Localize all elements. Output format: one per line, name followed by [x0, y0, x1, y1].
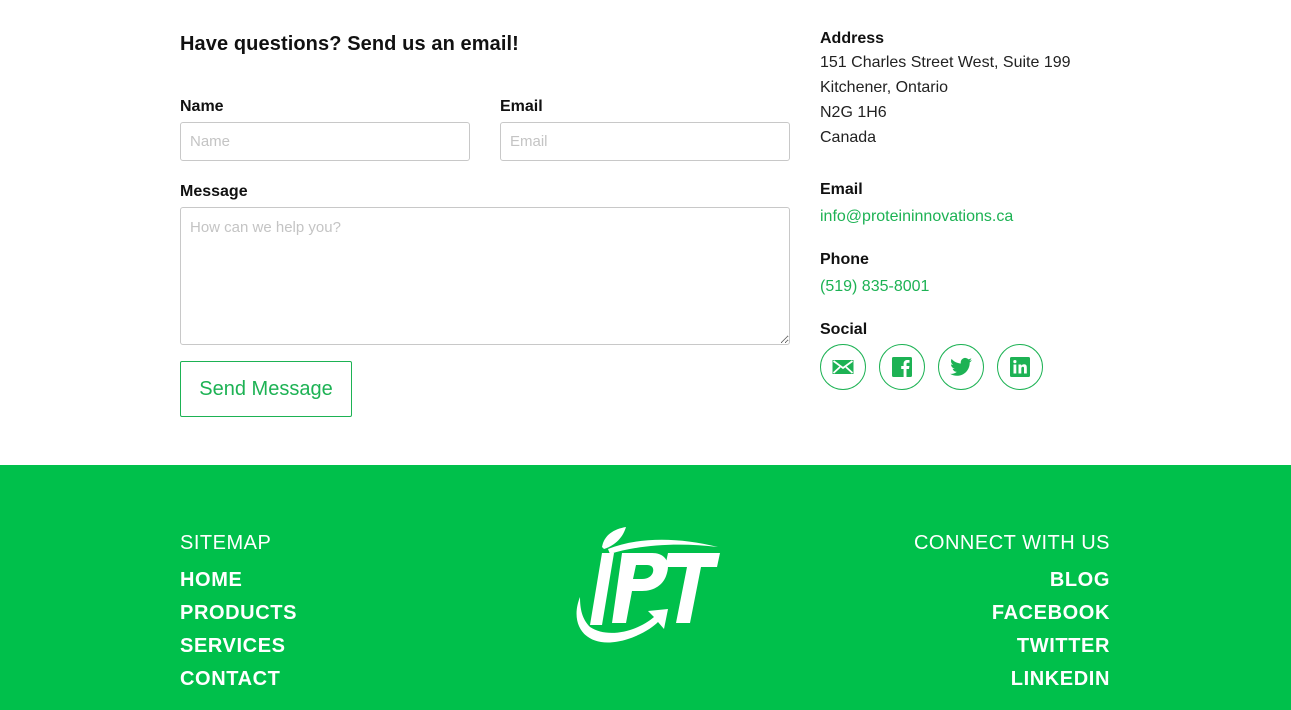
site-footer: SITEMAP HOME PRODUCTS SERVICES CONTACT C…	[0, 465, 1291, 710]
phone-block: Phone (519) 835-8001	[820, 249, 929, 298]
address-heading: Address	[820, 30, 885, 47]
message-label: Message	[180, 183, 248, 200]
address-line: Kitchener, Ontario	[820, 79, 949, 96]
footer-link-twitter[interactable]: TWITTER	[914, 630, 1110, 663]
footer-link-linkedin[interactable]: LINKEDIN	[914, 663, 1110, 696]
address-line: N2G 1H6	[820, 104, 887, 121]
contact-section: Have questions? Send us an email! Name E…	[0, 0, 1291, 465]
send-message-button[interactable]: Send Message	[180, 361, 352, 417]
footer-link-home[interactable]: HOME	[180, 564, 297, 597]
name-label: Name	[180, 98, 224, 115]
linkedin-icon	[1010, 357, 1030, 377]
sitemap-heading: SITEMAP	[180, 532, 272, 554]
social-heading: Social	[820, 321, 868, 338]
name-input[interactable]	[180, 122, 470, 161]
footer-link-facebook[interactable]: FACEBOOK	[914, 597, 1110, 630]
connect-heading: CONNECT WITH US	[913, 532, 1110, 554]
social-block: Social	[820, 319, 1043, 390]
contact-info: Address 151 Charles Street West, Suite 1…	[820, 28, 1120, 390]
twitter-icon	[950, 357, 972, 376]
footer-link-services[interactable]: SERVICES	[180, 630, 297, 663]
address-line: 151 Charles Street West, Suite 199	[820, 54, 1071, 71]
form-title: Have questions? Send us an email!	[180, 33, 519, 55]
footer-link-products[interactable]: PRODUCTS	[180, 597, 297, 630]
ipt-logo[interactable]	[568, 527, 723, 647]
email-icon	[832, 360, 854, 374]
message-textarea[interactable]	[180, 207, 790, 345]
social-linkedin-button[interactable]	[997, 344, 1043, 390]
address-block: Address 151 Charles Street West, Suite 1…	[820, 28, 1120, 150]
phone-heading: Phone	[820, 251, 869, 268]
email-block: Email info@proteininnovations.ca	[820, 179, 1013, 228]
phone-link[interactable]: (519) 835-8001	[820, 276, 929, 298]
email-heading: Email	[820, 181, 863, 198]
email-link[interactable]: info@proteininnovations.ca	[820, 206, 1013, 228]
social-email-button[interactable]	[820, 344, 866, 390]
contact-form: Have questions? Send us an email! Name E…	[180, 30, 790, 417]
connect-column: CONNECT WITH US BLOG FACEBOOK TWITTER LI…	[914, 531, 1110, 696]
facebook-icon	[892, 357, 912, 377]
email-label: Email	[500, 98, 543, 115]
social-icons	[820, 344, 1043, 390]
sitemap-column: SITEMAP HOME PRODUCTS SERVICES CONTACT	[180, 531, 297, 696]
email-input[interactable]	[500, 122, 790, 161]
footer-link-contact[interactable]: CONTACT	[180, 663, 297, 696]
social-facebook-button[interactable]	[879, 344, 925, 390]
social-twitter-button[interactable]	[938, 344, 984, 390]
address-line: Canada	[820, 129, 877, 146]
footer-link-blog[interactable]: BLOG	[914, 564, 1110, 597]
